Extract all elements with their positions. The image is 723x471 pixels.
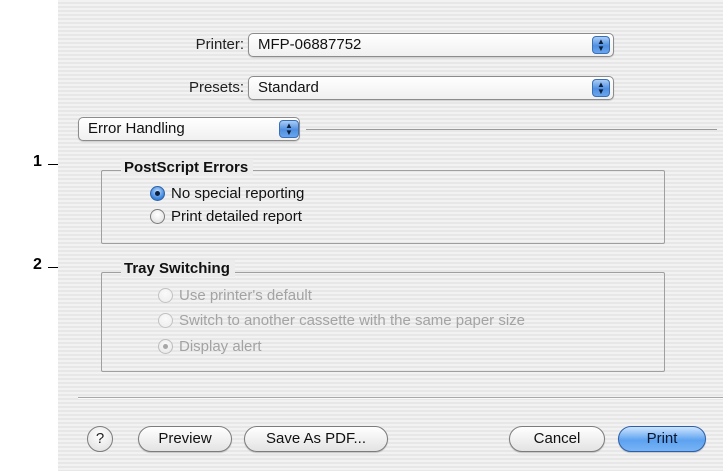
callout-2: 2 (33, 256, 42, 273)
tray-switching-legend: Tray Switching (121, 260, 235, 277)
presets-popup[interactable]: Standard ▲ ▼ (248, 76, 614, 100)
printer-popup[interactable]: MFP-06887752 ▲ ▼ (248, 33, 614, 57)
preview-button[interactable]: Preview (138, 426, 232, 452)
presets-label: Presets: (188, 79, 244, 96)
print-dialog: Printer: MFP-06887752 ▲ ▼ Presets: Standa… (58, 0, 723, 471)
panel-value: Error Handling (88, 120, 185, 137)
popup-arrows-icon: ▲ ▼ (592, 79, 610, 97)
radio-label: Switch to another cassette with the same… (179, 312, 526, 329)
radio-label: No special reporting (171, 185, 305, 202)
popup-arrows-icon: ▲ ▼ (592, 36, 610, 54)
bottom-separator (78, 397, 723, 399)
printer-label: Printer: (195, 36, 244, 53)
radio-selected-icon (150, 186, 165, 201)
presets-value: Standard (258, 79, 319, 96)
radio-selected-icon (158, 339, 173, 354)
popup-arrows-icon: ▲ ▼ (279, 120, 299, 138)
save-as-pdf-button[interactable]: Save As PDF... (244, 426, 388, 452)
radio-unselected-icon (158, 288, 173, 303)
callout-1: 1 (33, 153, 42, 170)
postscript-errors-group (101, 170, 665, 244)
radio-label: Print detailed report (171, 208, 302, 225)
printer-value: MFP-06887752 (258, 36, 362, 53)
radio-unselected-icon (150, 209, 165, 224)
postscript-errors-legend: PostScript Errors (121, 159, 254, 176)
cancel-button[interactable]: Cancel (509, 426, 605, 452)
radio-unselected-icon (158, 313, 173, 328)
panel-popup[interactable]: Error Handling ▲ ▼ (78, 117, 300, 141)
help-button[interactable]: ? (87, 426, 113, 452)
print-button[interactable]: Print (618, 426, 706, 452)
radio-label: Display alert (179, 338, 262, 355)
radio-label: Use printer's default (179, 287, 312, 304)
panel-divider (306, 129, 717, 130)
